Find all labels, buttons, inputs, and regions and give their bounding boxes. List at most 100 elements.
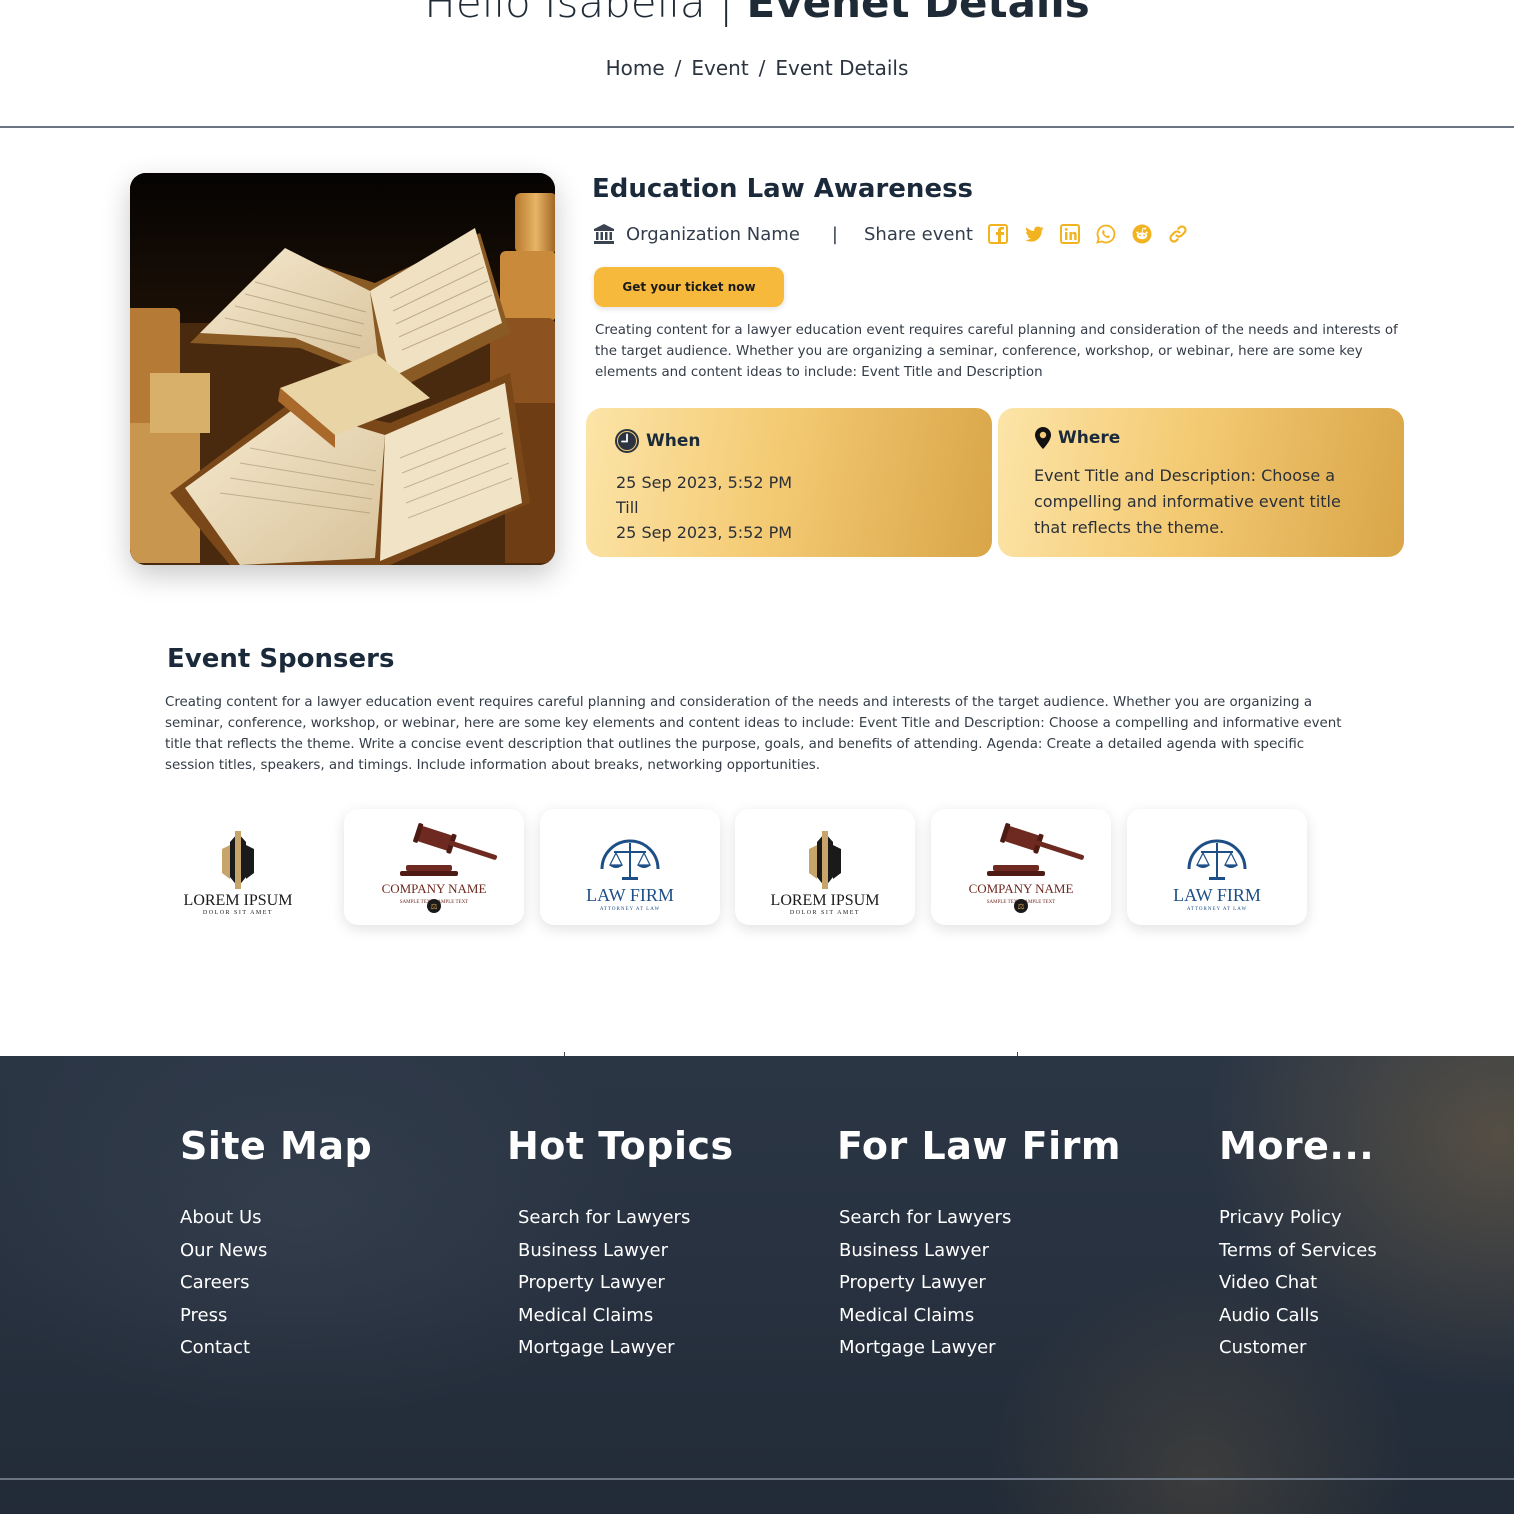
footer-link[interactable]: About Us	[180, 1202, 372, 1235]
footer-link[interactable]: Medical Claims	[518, 1300, 734, 1333]
footer-link[interactable]: Terms of Services	[1219, 1235, 1377, 1268]
footer-column-title: More...	[1219, 1124, 1375, 1168]
gavel-logo-icon: COMPANY NAME SAMPLE TEXT SAMPLE TEXT ⚖	[382, 823, 498, 913]
footer-link[interactable]: Property Lawyer	[518, 1267, 734, 1300]
event-description: Creating content for a lawyer education …	[595, 323, 1398, 380]
footer-link[interactable]: Search for Lawyers	[839, 1202, 1121, 1235]
open-books-illustration	[130, 173, 555, 565]
footer-link-label[interactable]: Careers	[180, 1272, 250, 1293]
logo-name: COMPANY NAME	[382, 881, 487, 896]
get-ticket-button[interactable]: Get your ticket now	[594, 267, 784, 307]
sponsor-logo-law-firm[interactable]: LAW FIRM ATTORNEY AT LAW	[1127, 809, 1307, 925]
footer-column-title: Hot Topics	[507, 1124, 734, 1168]
site-footer: Site Map About Us Our News Careers Press…	[0, 1056, 1514, 1514]
logo-name: LOREM IPSUM	[184, 892, 293, 909]
logo-name: COMPANY NAME	[969, 881, 1074, 896]
scales-logo-icon: LAW FIRM ATTORNEY AT LAW	[586, 839, 674, 912]
logo-name: LOREM IPSUM	[771, 892, 880, 909]
sponsor-logo-lorem-ipsum[interactable]: LOREM IPSUM DOLOR SIT AMET	[148, 809, 328, 925]
share-icons	[987, 223, 1203, 245]
footer-column-site-map: Site Map About Us Our News Careers Press…	[180, 1124, 372, 1365]
footer-link[interactable]: Contact	[180, 1332, 372, 1365]
footer-link[interactable]: Press	[180, 1300, 372, 1333]
breadcrumb-current: Event Details	[775, 56, 909, 80]
where-heading: Where	[1034, 426, 1120, 450]
footer-divider	[0, 1478, 1514, 1480]
footer-link-label[interactable]: Pricavy Policy	[1219, 1207, 1342, 1228]
linkedin-icon[interactable]	[1059, 223, 1081, 245]
where-text: Event Title and Description: Choose a co…	[1034, 466, 1341, 537]
footer-link-list: Search for Lawyers Business Lawyer Prope…	[518, 1202, 734, 1365]
breadcrumb: Home / Event / Event Details	[0, 56, 1514, 80]
footer-link[interactable]: Mortgage Lawyer	[518, 1332, 734, 1365]
sponsor-logo-company-name[interactable]: COMPANY NAME SAMPLE TEXT SAMPLE TEXT ⚖	[931, 809, 1111, 925]
link-icon[interactable]	[1167, 223, 1189, 245]
facebook-icon[interactable]	[987, 223, 1009, 245]
footer-column-title: Site Map	[180, 1124, 373, 1168]
sponsor-logo-lorem-ipsum[interactable]: LOREM IPSUM DOLOR SIT AMET	[735, 809, 915, 925]
sponsors-title: Event Sponsers	[167, 644, 395, 674]
footer-link-label[interactable]: Search for Lawyers	[518, 1207, 690, 1228]
footer-link[interactable]: Careers	[180, 1267, 372, 1300]
footer-link[interactable]: Mortgage Lawyer	[839, 1332, 1121, 1365]
footer-link[interactable]: Our News	[180, 1235, 372, 1268]
footer-link-label[interactable]: Customer	[1219, 1337, 1306, 1358]
where-heading-label: Where	[1058, 428, 1121, 448]
footer-link-label[interactable]: About Us	[180, 1207, 262, 1228]
title-greeting: Hello Isabella |	[424, 0, 734, 27]
breadcrumb-event[interactable]: Event	[691, 56, 748, 80]
footer-link-label[interactable]: Press	[180, 1305, 227, 1326]
footer-link-label[interactable]: Mortgage Lawyer	[839, 1337, 996, 1358]
when-till: Till	[616, 498, 639, 517]
where-card: Where Event Title and Description: Choos…	[998, 408, 1404, 557]
clock-icon	[614, 428, 640, 454]
logo-name: LAW FIRM	[586, 885, 674, 905]
breadcrumb-separator: /	[758, 56, 766, 80]
pillar-logo-icon: LOREM IPSUM DOLOR SIT AMET	[184, 831, 293, 916]
footer-link-label[interactable]: Property Lawyer	[518, 1272, 665, 1293]
sponsor-logo-law-firm[interactable]: LAW FIRM ATTORNEY AT LAW	[540, 809, 720, 925]
footer-link[interactable]: Search for Lawyers	[518, 1202, 734, 1235]
footer-link-label[interactable]: Audio Calls	[1219, 1305, 1319, 1326]
footer-column-hot-topics: Hot Topics Search for Lawyers Business L…	[507, 1124, 734, 1365]
breadcrumb-home[interactable]: Home	[606, 56, 665, 80]
share-label: Share event	[863, 223, 973, 245]
footer-link-label[interactable]: Contact	[180, 1337, 250, 1358]
footer-link[interactable]: Video Chat	[1219, 1267, 1377, 1300]
pillar-logo-icon: LOREM IPSUM DOLOR SIT AMET	[771, 831, 880, 916]
title-page: Evenet Details	[746, 0, 1090, 27]
footer-link[interactable]: Property Lawyer	[839, 1267, 1121, 1300]
footer-link-label[interactable]: Terms of Services	[1219, 1240, 1377, 1261]
footer-link[interactable]: Business Lawyer	[839, 1235, 1121, 1268]
reddit-icon[interactable]	[1131, 223, 1153, 245]
footer-link-label[interactable]: Mortgage Lawyer	[518, 1337, 675, 1358]
footer-link-label[interactable]: Search for Lawyers	[839, 1207, 1011, 1228]
footer-link-list: Search for Lawyers Business Lawyer Prope…	[839, 1202, 1121, 1365]
sponsor-logo-company-name[interactable]: COMPANY NAME SAMPLE TEXT SAMPLE TEXT ⚖	[344, 809, 524, 925]
footer-link-label[interactable]: Property Lawyer	[839, 1272, 986, 1293]
footer-link-label[interactable]: Our News	[180, 1240, 267, 1261]
whatsapp-icon[interactable]	[1095, 223, 1117, 245]
gavel-logo-icon: COMPANY NAME SAMPLE TEXT SAMPLE TEXT ⚖	[969, 823, 1085, 913]
footer-link[interactable]: Audio Calls	[1219, 1300, 1377, 1333]
footer-link-list: About Us Our News Careers Press Contact	[180, 1202, 372, 1365]
when-card: When 25 Sep 2023, 5:52 PM Till 25 Sep 20…	[586, 408, 992, 557]
footer-link-label[interactable]: Medical Claims	[839, 1305, 974, 1326]
page-title: Hello Isabella | Evenet Details	[0, 0, 1514, 27]
when-details: 25 Sep 2023, 5:52 PM Till 25 Sep 2023, 5…	[616, 470, 792, 545]
when-end: 25 Sep 2023, 5:52 PM	[616, 523, 793, 542]
sponsors-description: Creating content for a lawyer education …	[165, 695, 1342, 773]
logo-sub: DOLOR SIT AMET	[203, 910, 273, 916]
organization-name[interactable]: Organization Name	[626, 224, 800, 245]
footer-link-label[interactable]: Video Chat	[1219, 1272, 1317, 1293]
footer-link[interactable]: Pricavy Policy	[1219, 1202, 1377, 1235]
footer-link[interactable]: Business Lawyer	[518, 1235, 734, 1268]
footer-link-label[interactable]: Business Lawyer	[839, 1240, 989, 1261]
logo-sub: ATTORNEY AT LAW	[1187, 907, 1247, 912]
footer-link[interactable]: Medical Claims	[839, 1300, 1121, 1333]
footer-column-title: For Law Firm	[837, 1124, 1122, 1168]
footer-link-label[interactable]: Medical Claims	[518, 1305, 653, 1326]
footer-link[interactable]: Customer	[1219, 1332, 1377, 1365]
footer-link-label[interactable]: Business Lawyer	[518, 1240, 668, 1261]
twitter-icon[interactable]	[1023, 223, 1045, 245]
